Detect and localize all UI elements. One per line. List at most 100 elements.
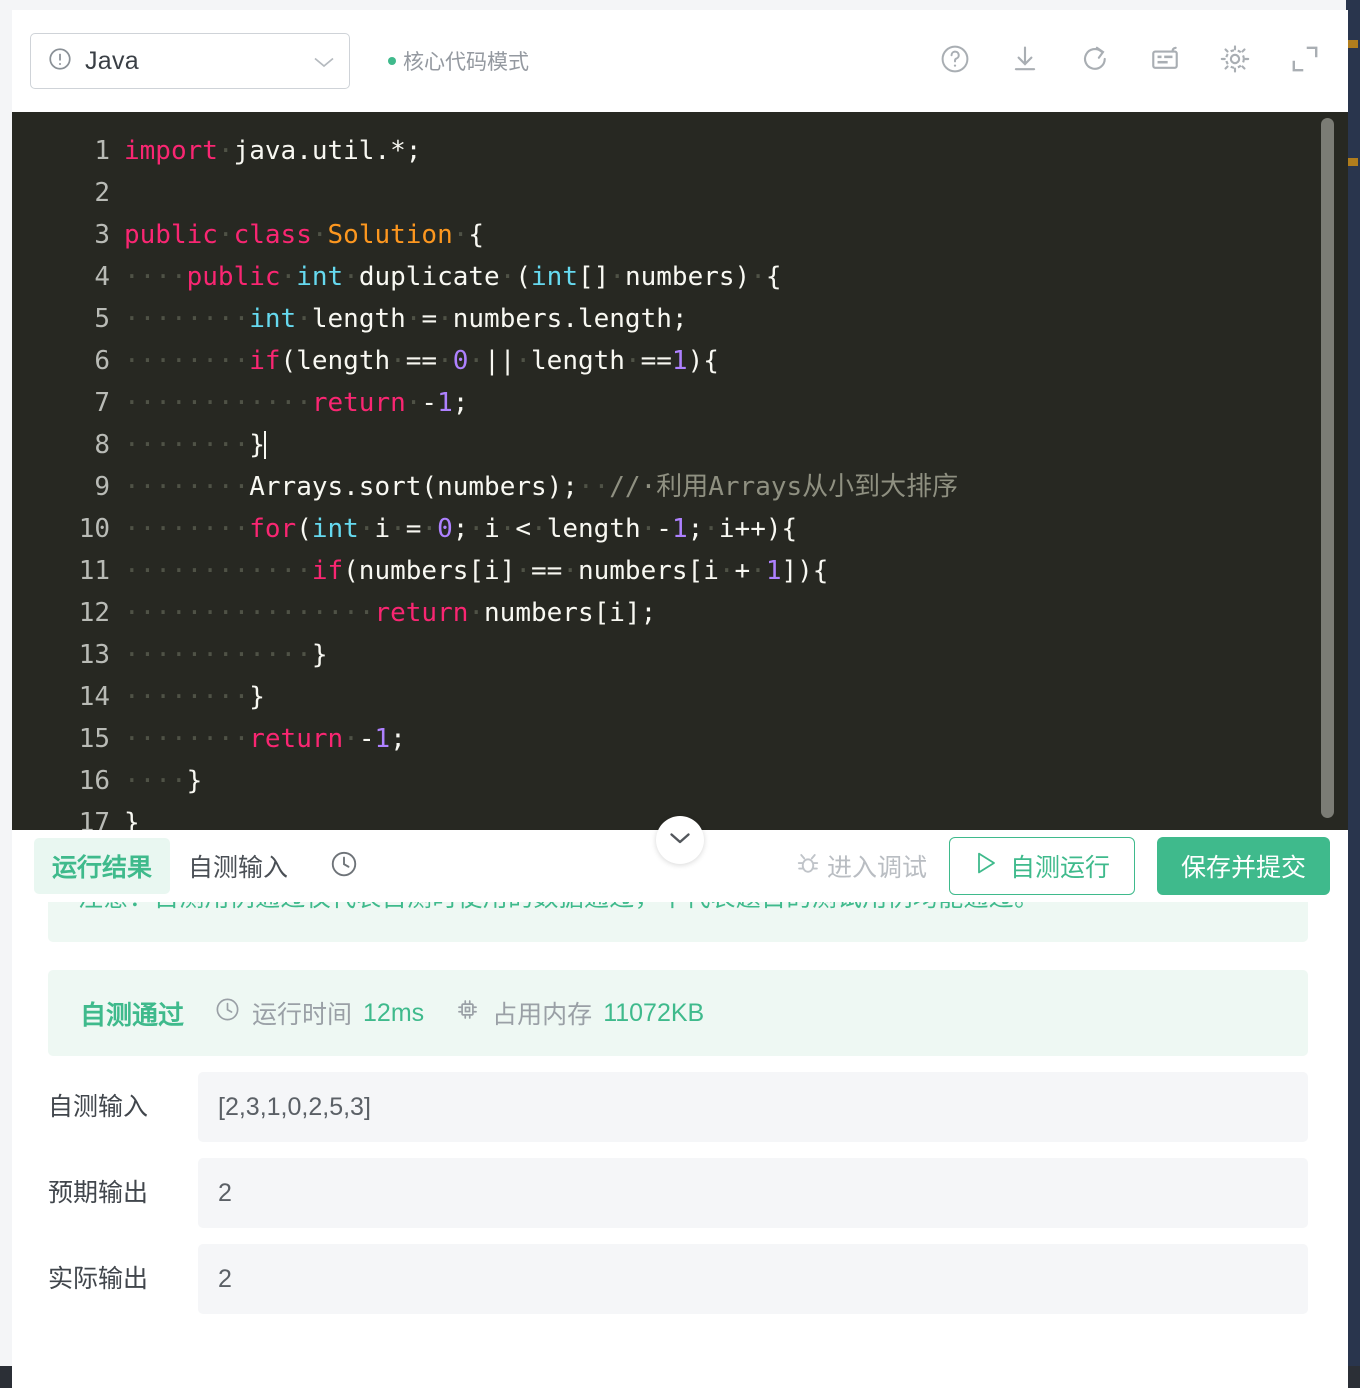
tab-run-result[interactable]: 运行结果 (34, 838, 171, 894)
code-line: 15 ········return·-1; (12, 718, 1348, 760)
expected-output-value[interactable]: 2 (198, 1158, 1308, 1228)
enter-debug-label: 进入调试 (826, 854, 927, 882)
line-number: 1 (94, 136, 110, 166)
code-line: 1 import·java.util.*; (12, 130, 1348, 172)
line-number: 14 (78, 682, 110, 712)
download-icon (1009, 43, 1041, 80)
io-row: 实际输出 2 (48, 1244, 1308, 1314)
results-content: 注意：自测用例通过仅代表自测时使用的数据通过，不代表题目的测试用例均能通过。 自… (12, 902, 1348, 1388)
io-row: 自测输入 [2,3,1,0,2,5,3] (48, 1072, 1308, 1142)
code-editor[interactable]: 1 import·java.util.*; 2 3 public·class·Solut… (12, 112, 1348, 830)
notice-text: 注意：自测用例通过仅代表自测时使用的数据通过，不代表题目的测试用例均能通过。 (78, 902, 1288, 914)
custom-input-value[interactable]: [2,3,1,0,2,5,3] (198, 1072, 1308, 1142)
save-and-submit-button[interactable]: 保存并提交 (1156, 837, 1330, 895)
mode-status-dot (388, 57, 396, 65)
code-text: ············return·-1; (124, 388, 469, 418)
clock-icon (329, 849, 359, 884)
code-line: 5 ········int·length·=·numbers.length; (12, 298, 1348, 340)
code-text: ····public·int·duplicate·(int[]·numbers)… (124, 262, 782, 292)
io-row: 预期输出 2 (48, 1158, 1308, 1228)
io-label: 实际输出 (48, 1265, 149, 1293)
chevron-down-icon (313, 55, 335, 68)
io-label: 预期输出 (48, 1179, 149, 1207)
gear-icon (1219, 43, 1251, 80)
self-test-run-button[interactable]: 自测运行 (948, 837, 1135, 895)
expand-icon (1289, 43, 1321, 80)
code-text: ····} (124, 766, 203, 796)
line-number: 11 (78, 556, 110, 586)
reset-button[interactable] (1078, 44, 1112, 78)
background-window-right-edge (1346, 0, 1360, 1388)
line-number: 4 (94, 262, 110, 292)
refresh-icon (1079, 43, 1111, 80)
language-name: Java (85, 46, 140, 75)
code-line: 8 ········} (12, 424, 1348, 466)
code-text: public·class·Solution·{ (124, 220, 485, 250)
clock-icon (214, 996, 241, 1030)
editor-toolbar: Java 核心代码模式 (12, 10, 1348, 112)
enter-debug-button[interactable]: 进入调试 (793, 848, 927, 885)
line-number: 8 (94, 430, 110, 460)
code-text: ········Arrays.sort(numbers);··//·利用Arra… (124, 472, 959, 502)
runtime-metric: 运行时间 12ms (214, 995, 424, 1031)
line-number: 9 (94, 472, 110, 502)
code-line: 6 ········if(length·==·0·||·length·==1){ (12, 340, 1348, 382)
history-button[interactable] (328, 850, 360, 882)
chevron-down-icon (668, 831, 692, 850)
line-number: 3 (94, 220, 110, 250)
runtime-label: 运行时间 (252, 1001, 353, 1029)
line-number: 10 (78, 514, 110, 544)
line-number: 6 (94, 346, 110, 376)
editor-vertical-scrollbar[interactable] (1321, 118, 1334, 818)
help-button[interactable] (938, 44, 972, 78)
code-text: ········} (124, 430, 266, 460)
results-actions: 进入调试 自测运行 保存并提交 (793, 837, 1330, 895)
code-line: 11 ············if(numbers[i]·==·numbers[i… (12, 550, 1348, 592)
language-selector[interactable]: Java (30, 33, 350, 89)
code-text: ········for(int·i·=·0;·i·<·length·-1;·i+… (124, 514, 798, 544)
question-circle-icon (939, 43, 971, 80)
code-text: import·java.util.*; (124, 136, 422, 166)
notes-button[interactable] (1148, 44, 1182, 78)
code-text: ············if(numbers[i]·==·numbers[i·+… (124, 556, 829, 586)
code-text: ············} (124, 640, 328, 670)
code-line: 4 ····public·int·duplicate·(int[]·numbers… (12, 256, 1348, 298)
text-cursor (263, 431, 266, 459)
runtime-value: 12ms (363, 998, 425, 1027)
self-test-run-label: 自测运行 (1009, 854, 1110, 882)
notice-banner: 注意：自测用例通过仅代表自测时使用的数据通过，不代表题目的测试用例均能通过。 (48, 902, 1308, 942)
background-marker (1347, 158, 1358, 166)
editor-toolbar-actions (938, 44, 1330, 78)
exclamation-circle-icon (47, 46, 73, 77)
code-text: ················return·numbers[i]; (124, 598, 657, 628)
actual-output-value[interactable]: 2 (198, 1244, 1308, 1314)
line-number: 7 (94, 388, 110, 418)
code-practice-panel: Java 核心代码模式 1 import·java.util.*; 2 3 pu… (12, 10, 1348, 1388)
memory-label: 占用内存 (492, 1001, 593, 1029)
code-text: ········return·-1; (124, 724, 406, 754)
code-text: ········} (124, 682, 265, 712)
code-lines: 1 import·java.util.*; 2 3 public·class·Solut… (12, 130, 1348, 830)
code-line: 2 (12, 172, 1348, 214)
code-line: 10 ········for(int·i·=·0;·i·<·length·-1;·… (12, 508, 1348, 550)
code-text: ········int·length·=·numbers.length; (124, 304, 688, 334)
code-line: 12 ················return·numbers[i]; (12, 592, 1348, 634)
keyboard-icon (1149, 43, 1181, 80)
line-number: 2 (94, 178, 110, 208)
fullscreen-button[interactable] (1288, 44, 1322, 78)
tab-custom-input[interactable]: 自测输入 (170, 838, 306, 894)
code-line: 13 ············} (12, 634, 1348, 676)
collapse-results-button[interactable] (656, 816, 704, 864)
status-badge: 自测通过 (80, 999, 185, 1030)
bug-icon (793, 848, 823, 885)
background-marker (1347, 40, 1358, 48)
results-panel: 运行结果 自测输入 进入调试 自测运行 保存并提交 自测通过 运行时间 12ms… (12, 830, 1348, 1388)
settings-button[interactable] (1218, 44, 1252, 78)
line-number: 5 (94, 304, 110, 334)
status-summary: 自测通过 运行时间 12ms 占用内存 11072KB (48, 970, 1308, 1056)
code-line: 9 ········Arrays.sort(numbers);··//·利用Arr… (12, 466, 1348, 508)
memory-value: 11072KB (603, 998, 705, 1027)
play-icon (974, 850, 998, 883)
line-number: 12 (78, 598, 110, 628)
download-button[interactable] (1008, 44, 1042, 78)
